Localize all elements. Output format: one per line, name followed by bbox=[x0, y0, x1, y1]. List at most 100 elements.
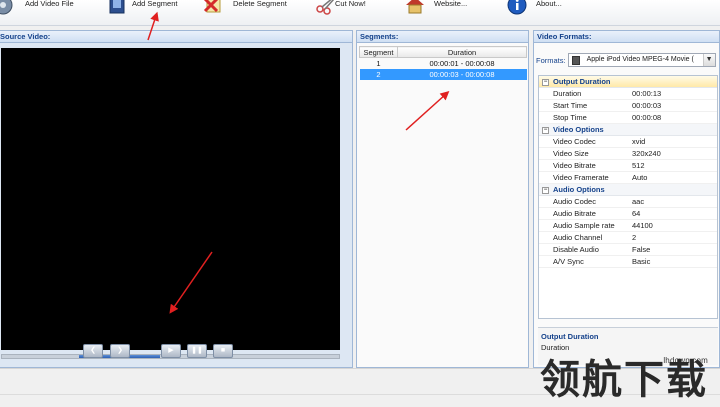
property-row[interactable]: Disable Audio False bbox=[539, 244, 717, 256]
formats-label: Formats: bbox=[536, 55, 566, 65]
cut-now-button[interactable]: Cut Now! bbox=[315, 0, 375, 18]
delete-segment-label: Delete Segment bbox=[233, 0, 287, 8]
website-button[interactable]: Website... bbox=[404, 0, 474, 18]
segments-table: Segment Duration 1 00:00:01 - 00:00:08 2 00… bbox=[359, 46, 527, 80]
formats-selected-value: Apple iPod Video MPEG-4 Movie ( bbox=[586, 56, 694, 63]
property-value[interactable]: Basic bbox=[632, 256, 650, 268]
property-category[interactable]: − Output Duration bbox=[539, 76, 717, 88]
segment-duration: 00:00:01 - 00:00:08 bbox=[429, 58, 495, 68]
property-row[interactable]: Audio Channel 2 bbox=[539, 232, 717, 244]
property-key: Audio Sample rate bbox=[553, 221, 615, 230]
delete-icon bbox=[203, 0, 221, 13]
property-key: Video Size bbox=[553, 149, 589, 158]
property-key: Start Time bbox=[553, 101, 588, 110]
col-duration-header[interactable]: Duration bbox=[397, 46, 527, 58]
segments-panel: Segments: Segment Duration 1 00:00:01 - 0… bbox=[356, 30, 529, 368]
property-row[interactable]: A/V Sync Basic bbox=[539, 256, 717, 268]
source-video-header: Source Video: bbox=[0, 31, 352, 43]
film-reel-icon bbox=[0, 0, 13, 15]
property-category-label: Output Duration bbox=[553, 77, 611, 86]
property-key: Video Framerate bbox=[553, 173, 609, 182]
pause-button[interactable]: ❚❚ bbox=[187, 344, 207, 358]
property-value[interactable]: False bbox=[632, 244, 650, 256]
next-frame-button[interactable]: ❯ bbox=[110, 344, 130, 358]
segment-row[interactable]: 1 00:00:01 - 00:00:08 bbox=[360, 58, 527, 69]
house-icon bbox=[406, 0, 424, 14]
property-value[interactable]: 512 bbox=[632, 160, 645, 172]
play-icon: ▶ bbox=[168, 347, 174, 354]
formats-row: Formats: Apple iPod Video MPEG-4 Movie (… bbox=[536, 53, 716, 67]
property-row[interactable]: Stop Time 00:00:08 bbox=[539, 112, 717, 124]
watermark-logo: 领航下载 bbox=[540, 357, 708, 403]
collapse-icon[interactable]: − bbox=[542, 79, 549, 86]
about-button[interactable]: About... bbox=[506, 0, 568, 18]
add-video-file-label: Add Video File bbox=[25, 0, 74, 8]
property-row[interactable]: Audio Sample rate 44100 bbox=[539, 220, 717, 232]
property-grid: − Output Duration Duration 00:00:13 Start Ti… bbox=[538, 75, 718, 319]
about-label: About... bbox=[536, 0, 562, 8]
add-video-file-button[interactable]: Add Video File bbox=[0, 0, 78, 18]
property-category[interactable]: − Video Options bbox=[539, 124, 717, 136]
property-row[interactable]: Video Codec xvid bbox=[539, 136, 717, 148]
scissors-icon bbox=[316, 0, 335, 15]
property-key: Stop Time bbox=[553, 113, 587, 122]
property-description-text: Duration bbox=[541, 343, 570, 352]
collapse-icon[interactable]: − bbox=[542, 127, 549, 134]
property-value[interactable]: 320x240 bbox=[632, 148, 661, 160]
formats-dropdown[interactable]: Apple iPod Video MPEG-4 Movie ( ▼ bbox=[567, 53, 716, 67]
property-row[interactable]: Audio Codec aac bbox=[539, 196, 717, 208]
prev-frame-button[interactable]: ❮ bbox=[83, 344, 103, 358]
property-key: Disable Audio bbox=[553, 245, 599, 254]
segment-number: 2 bbox=[359, 68, 398, 80]
col-segment-header[interactable]: Segment bbox=[359, 46, 398, 58]
video-preview bbox=[1, 48, 340, 350]
video-formats-header: Video Formats: bbox=[534, 31, 719, 43]
property-key: A/V Sync bbox=[553, 257, 584, 266]
property-row[interactable]: Video Framerate Auto bbox=[539, 172, 717, 184]
property-key: Video Bitrate bbox=[553, 161, 596, 170]
info-icon bbox=[507, 0, 527, 15]
toolbar: Add Video File Add Segment Delete Segmen… bbox=[0, 0, 720, 26]
property-value[interactable]: 00:00:13 bbox=[632, 88, 661, 100]
property-row[interactable]: Duration 00:00:13 bbox=[539, 88, 717, 100]
property-key: Audio Codec bbox=[553, 197, 596, 206]
property-row[interactable]: Video Size 320x240 bbox=[539, 148, 717, 160]
property-row[interactable]: Video Bitrate 512 bbox=[539, 160, 717, 172]
property-value[interactable]: 44100 bbox=[632, 220, 653, 232]
add-segment-button[interactable]: Add Segment bbox=[104, 0, 184, 18]
property-row[interactable]: Start Time 00:00:03 bbox=[539, 100, 717, 112]
play-button[interactable]: ▶ bbox=[161, 344, 181, 358]
stop-button[interactable]: ■ bbox=[213, 344, 233, 358]
add-segment-label: Add Segment bbox=[132, 0, 178, 8]
property-value[interactable]: Auto bbox=[632, 172, 647, 184]
delete-segment-button[interactable]: Delete Segment bbox=[202, 0, 294, 18]
property-category[interactable]: − Audio Options bbox=[539, 184, 717, 196]
chevron-left-icon: ❮ bbox=[90, 347, 96, 354]
cut-now-label: Cut Now! bbox=[335, 0, 366, 8]
video-formats-panel: Video Formats: Formats: Apple iPod Video… bbox=[533, 30, 720, 368]
property-value[interactable]: 64 bbox=[632, 208, 640, 220]
property-value[interactable]: 00:00:03 bbox=[632, 100, 661, 112]
property-value[interactable]: 00:00:08 bbox=[632, 112, 661, 124]
pause-icon: ❚❚ bbox=[191, 347, 203, 354]
website-label: Website... bbox=[434, 0, 468, 8]
collapse-icon[interactable]: − bbox=[542, 187, 549, 194]
property-category-label: Audio Options bbox=[553, 185, 605, 194]
property-key: Video Codec bbox=[553, 137, 596, 146]
segment-duration: 00:00:03 - 00:00:08 bbox=[397, 68, 527, 80]
segment-number: 1 bbox=[376, 58, 381, 68]
property-key: Audio Channel bbox=[553, 233, 603, 242]
source-video-panel: Source Video: ❮ ❯ ▶ ❚❚ ■ bbox=[0, 30, 353, 368]
stop-icon: ■ bbox=[220, 347, 226, 354]
segment-row[interactable]: 2 00:00:03 - 00:00:08 bbox=[359, 68, 527, 80]
property-value[interactable]: 2 bbox=[632, 232, 636, 244]
chevron-down-icon[interactable]: ▼ bbox=[702, 54, 715, 66]
property-description-title: Output Duration bbox=[541, 332, 599, 341]
property-value[interactable]: aac bbox=[632, 196, 644, 208]
format-icon bbox=[571, 56, 580, 65]
segments-header: Segments: bbox=[357, 31, 528, 43]
property-category-label: Video Options bbox=[553, 125, 604, 134]
property-value[interactable]: xvid bbox=[632, 136, 645, 148]
property-row[interactable]: Audio Bitrate 64 bbox=[539, 208, 717, 220]
chevron-right-icon: ❯ bbox=[117, 347, 123, 354]
